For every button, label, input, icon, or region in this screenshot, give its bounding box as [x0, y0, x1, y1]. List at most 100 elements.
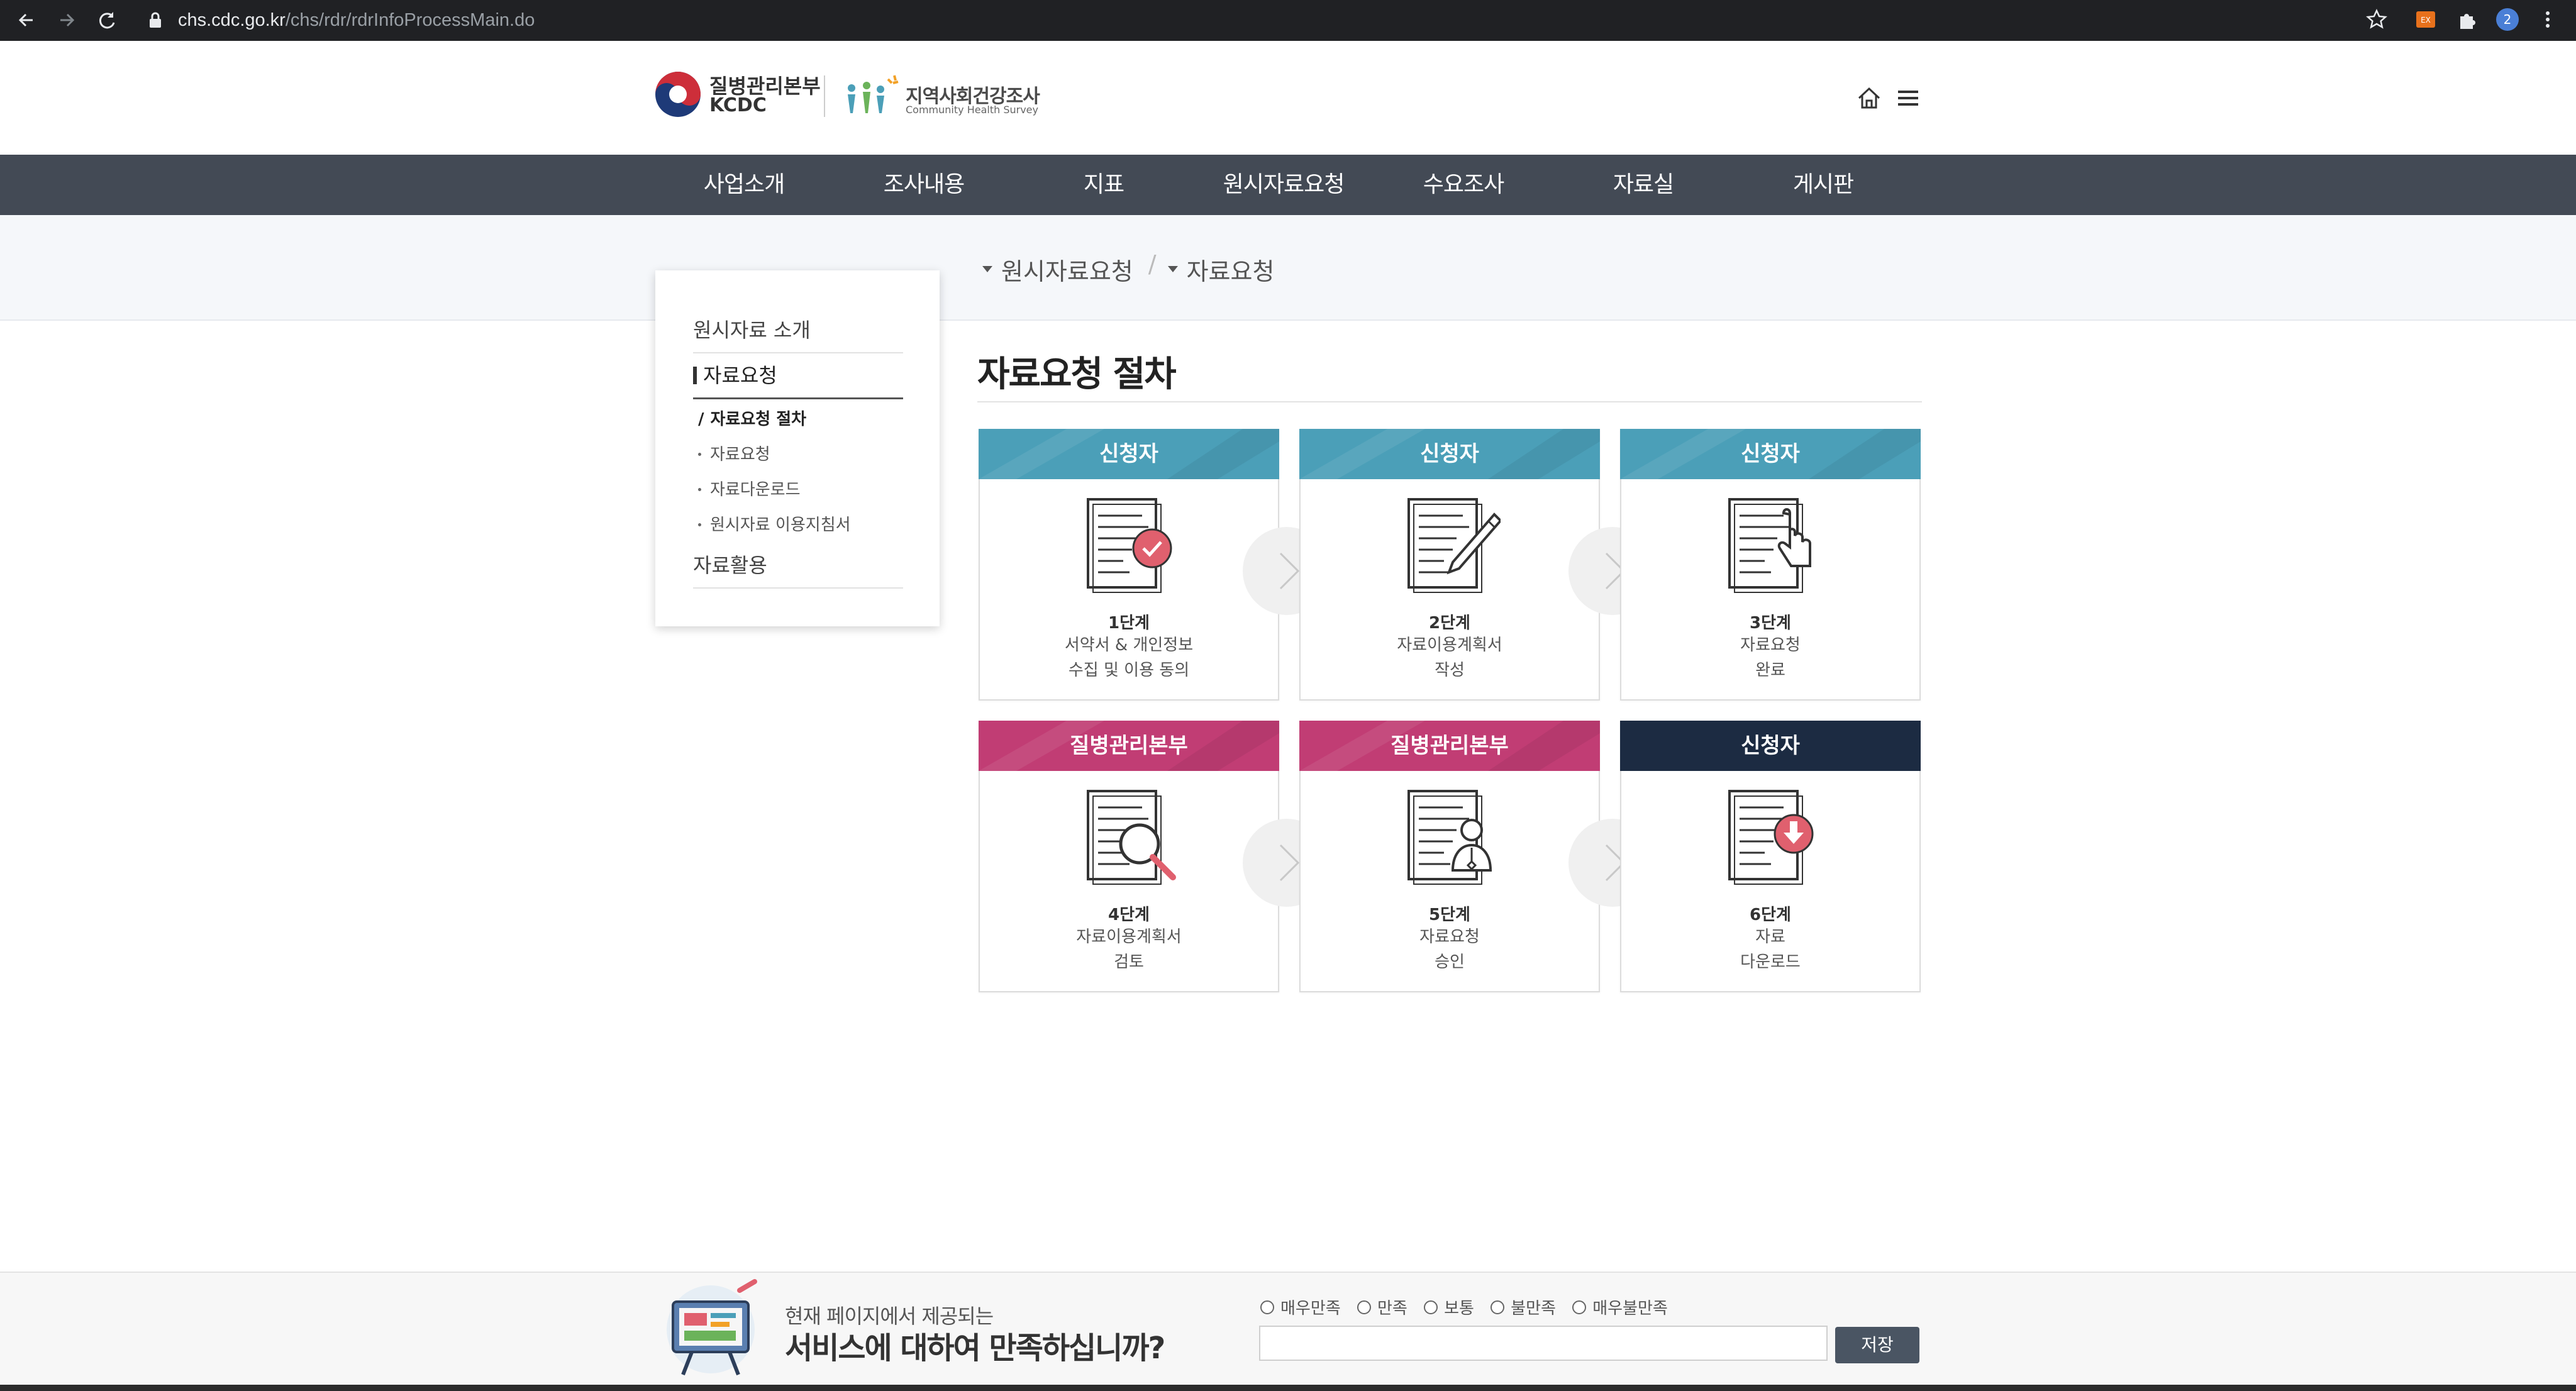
card-header-label: 신청자 — [1741, 441, 1800, 467]
reload-icon[interactable] — [96, 9, 118, 31]
radio-circle[interactable] — [1572, 1300, 1587, 1314]
step-number: 2단계 — [1429, 614, 1470, 633]
bullet-icon — [698, 523, 701, 526]
radio-neutral[interactable]: 보통 — [1424, 1295, 1474, 1319]
card-header: 질병관리본부 — [1299, 721, 1600, 771]
radio-label: 만족 — [1377, 1299, 1407, 1318]
snb-sub-item-download[interactable]: 자료다운로드 — [698, 477, 801, 500]
step-description: 자료요청완료 — [1621, 633, 1919, 683]
radio-circle[interactable] — [1260, 1300, 1274, 1314]
profile-badge: 2 — [2504, 12, 2512, 27]
step-number: 6단계 — [1750, 906, 1791, 924]
address-bar[interactable]: chs.cdc.go.kr/chs/rdr/rdrInfoProcessMain… — [178, 8, 535, 33]
puzzle-icon[interactable] — [2455, 8, 2479, 31]
step-card-3: 신청자 3단계 자료요청 완료 — [1620, 429, 1921, 701]
step-line-1: 자료이용계획서 — [1076, 928, 1182, 946]
title-divider — [977, 401, 1922, 402]
logo-divider — [824, 75, 825, 117]
breadcrumb-label: 자료요청 — [1186, 257, 1275, 285]
step-line-1: 자료요청 — [1740, 636, 1801, 655]
gnb-item-indicators[interactable]: 지표 — [1014, 155, 1194, 215]
active-bar — [693, 367, 697, 384]
radio-very-satisfied[interactable]: 매우만족 — [1260, 1295, 1341, 1319]
step-line-2: 수집 및 이용 동의 — [1068, 661, 1190, 680]
survey-comment-input[interactable] — [1259, 1326, 1828, 1361]
snb-sub-label: 원시자료 이용지침서 — [710, 516, 851, 535]
url-host: chs.cdc.go.kr — [178, 10, 286, 30]
breadcrumb-item-request[interactable]: 자료요청 — [1167, 252, 1275, 287]
home-icon[interactable] — [1855, 84, 1883, 112]
snb-sub-label: 자료요청 절차 — [710, 410, 807, 429]
snb-item-raw-data-intro[interactable]: 원시자료 소개 — [693, 314, 903, 353]
snb-sub-label: 자료다운로드 — [710, 480, 801, 499]
card-header: 신청자 — [979, 429, 1279, 479]
step-line-1: 자료 — [1755, 928, 1785, 946]
snb-sub-item-procedure[interactable]: / 자료요청 절차 — [698, 406, 806, 429]
step-line-2: 작성 — [1435, 661, 1465, 680]
radio-circle[interactable] — [1491, 1300, 1505, 1314]
step-number: 1단계 — [1108, 614, 1150, 633]
profile-avatar-icon[interactable]: 2 — [2496, 8, 2519, 31]
snb-sub-item-request[interactable]: 자료요청 — [698, 441, 770, 465]
step-line-2: 완료 — [1755, 661, 1785, 680]
caret-down-icon — [1167, 266, 1178, 272]
card-header-label: 신청자 — [1420, 441, 1479, 467]
hamburger-menu-icon[interactable] — [1894, 84, 1922, 112]
step-line-2: 승인 — [1435, 953, 1465, 972]
breadcrumb-separator: / — [1148, 250, 1157, 278]
radio-circle[interactable] — [1424, 1300, 1438, 1314]
radio-very-dissatisfied[interactable]: 매우불만족 — [1572, 1295, 1668, 1319]
snb-item-usage[interactable]: 자료활용 — [693, 550, 903, 589]
card-header: 신청자 — [1620, 429, 1921, 479]
document-click-icon — [1728, 498, 1811, 593]
kebab-menu-icon[interactable] — [2536, 8, 2560, 31]
gnb-item-business[interactable]: 사업소개 — [654, 155, 834, 215]
radio-circle[interactable] — [1357, 1300, 1371, 1314]
document-magnifier-icon — [1087, 790, 1176, 885]
slash-icon: / — [698, 410, 704, 429]
back-icon[interactable] — [15, 9, 38, 31]
browser-toolbar: chs.cdc.go.kr/chs/rdr/rdrInfoProcessMain… — [0, 0, 2576, 41]
card-header-label: 신청자 — [1741, 733, 1800, 758]
radio-label: 불만족 — [1511, 1299, 1556, 1318]
footer-bar — [0, 1385, 2576, 1391]
kcdc-logo-icon[interactable] — [654, 70, 702, 118]
page-title: 자료요청 절차 — [977, 354, 1177, 395]
survey-save-button[interactable]: 저장 — [1835, 1327, 1919, 1363]
sub-visual-band — [0, 215, 2576, 321]
step-description: 서약서 & 개인정보 수집 및 이용 동의 — [980, 633, 1278, 683]
gnb-item-archive[interactable]: 자료실 — [1553, 155, 1733, 215]
forward-icon[interactable] — [55, 9, 78, 31]
chs-logo-icon[interactable] — [840, 73, 903, 117]
survey-options: 매우만족 만족 보통 불만족 매우불만족 — [1260, 1295, 1679, 1319]
side-navigation: 원시자료 소개 자료요청 / 자료요청 절차 자료요청 자료다운로드 원시자료 이… — [655, 270, 940, 626]
step-line-2: 다운로드 — [1740, 953, 1801, 972]
gnb-item-board[interactable]: 게시판 — [1733, 155, 1913, 215]
step-number: 4단계 — [1108, 906, 1150, 924]
svg-text:EX: EX — [2421, 16, 2431, 25]
document-download-icon — [1728, 790, 1814, 885]
radio-label: 보통 — [1444, 1299, 1474, 1318]
card-header-label: 신청자 — [1099, 441, 1158, 467]
step-card-2: 신청자 2단계 자료이용계획서작성 — [1299, 429, 1600, 701]
bookmark-star-icon[interactable] — [2365, 8, 2389, 31]
card-header: 신청자 — [1299, 429, 1600, 479]
card-header-label: 질병관리본부 — [1070, 733, 1188, 758]
radio-satisfied[interactable]: 만족 — [1357, 1295, 1407, 1319]
document-check-icon — [1087, 498, 1172, 593]
radio-dissatisfied[interactable]: 불만족 — [1491, 1295, 1556, 1319]
gnb-item-demand-survey[interactable]: 수요조사 — [1374, 155, 1553, 215]
chs-logo-en: Community Health Survey — [906, 104, 1038, 116]
step-description: 자료다운로드 — [1621, 924, 1919, 975]
caret-down-icon — [982, 266, 992, 272]
survey-illustration-icon — [667, 1279, 757, 1376]
bullet-icon — [698, 488, 701, 491]
breadcrumb-item-raw-data[interactable]: 원시자료요청 — [982, 252, 1133, 287]
step-line-1: 자료이용계획서 — [1397, 636, 1502, 655]
snb-sub-item-guide[interactable]: 원시자료 이용지침서 — [698, 512, 851, 535]
snb-item-request[interactable]: 자료요청 — [693, 360, 903, 399]
gnb-item-survey-content[interactable]: 조사내용 — [834, 155, 1014, 215]
extension-icon[interactable]: EX — [2414, 8, 2438, 31]
breadcrumb-label: 원시자료요청 — [1001, 257, 1133, 285]
gnb-item-raw-data-request[interactable]: 원시자료요청 — [1194, 155, 1374, 215]
